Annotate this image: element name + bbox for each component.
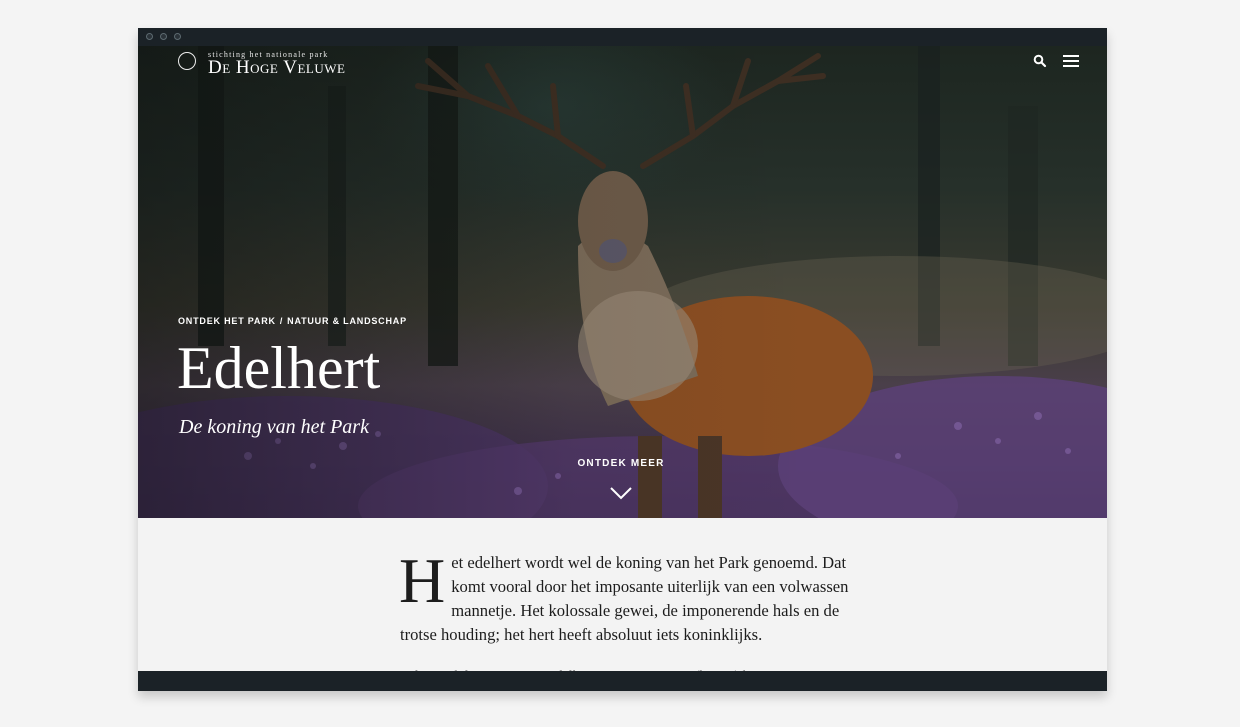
breadcrumb-ontdek-het-park[interactable]: ONTDEK HET PARK (178, 316, 276, 326)
chevron-down-icon[interactable] (610, 487, 632, 500)
window-titlebar (138, 28, 1107, 46)
breadcrumb-natuur-landschap[interactable]: NATUUR & LANDSCHAP (287, 316, 407, 326)
breadcrumb-separator: / (279, 316, 284, 326)
hero-overlay (138, 46, 1107, 518)
intro-text: et edelhert wordt wel de koning van het … (400, 553, 849, 644)
window-maximize-dot[interactable] (174, 33, 181, 40)
page-subtitle: De koning van het Park (179, 416, 369, 438)
logo-name: De Hoge Veluwe (208, 57, 346, 78)
browser-window: stichting het nationale park De Hoge Vel… (138, 28, 1107, 691)
discover-more-link[interactable]: ONTDEK MEER (558, 458, 684, 469)
window-minimize-dot[interactable] (160, 33, 167, 40)
hero-section: stichting het nationale park De Hoge Vel… (138, 46, 1107, 518)
hamburger-menu-icon[interactable] (1063, 55, 1079, 68)
search-icon[interactable] (1033, 54, 1047, 68)
window-close-dot[interactable] (146, 33, 153, 40)
park-logo-emblem-icon (178, 52, 196, 70)
article-content: Het edelhert wordt wel de koning van het… (138, 518, 1107, 674)
window-bottom-bar (138, 671, 1107, 691)
breadcrumb: ONTDEK HET PARK / NATUUR & LANDSCHAP (178, 316, 407, 326)
page-title: Edelhert (177, 335, 381, 401)
drop-cap: H (399, 545, 446, 616)
intro-paragraph: Het edelhert wordt wel de koning van het… (399, 545, 850, 647)
